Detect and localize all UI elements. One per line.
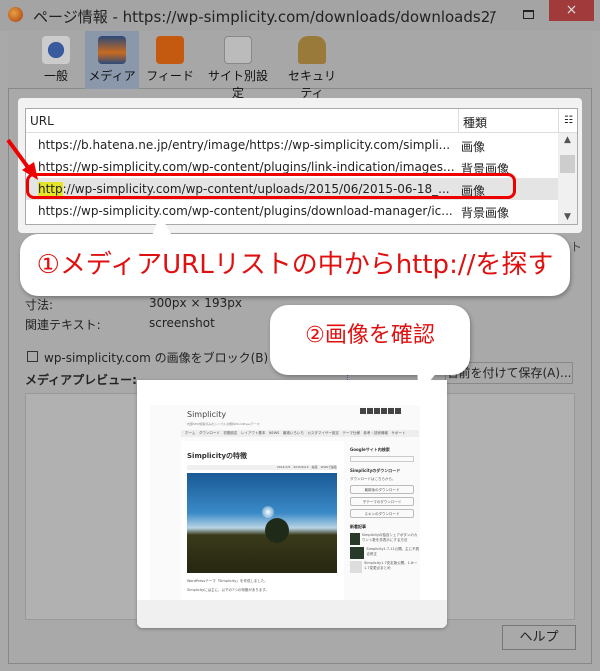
site-nav: ホーム ダウンロード 初期設定 レイアウト基本 NEWS 最適いろいろ カスタマ… — [181, 430, 419, 437]
scrollbar[interactable]: ▲ ▼ — [558, 133, 577, 224]
tab-label: メディア — [88, 69, 136, 83]
minimize-button[interactable]: – — [478, 4, 508, 24]
scroll-down-icon[interactable]: ▼ — [558, 212, 577, 222]
lock-icon — [298, 36, 326, 64]
tab-label: フィード — [146, 69, 194, 83]
url: https://wp-simplicity.com/wp-content/plu… — [38, 204, 453, 218]
firefox-icon — [8, 7, 23, 22]
dimensions-value: 300px × 193px — [149, 296, 242, 310]
maximize-icon — [522, 10, 534, 19]
site-tagline: 内部SEO施策済みのシンプルな無料WordPressテーマ — [187, 422, 260, 426]
recent-post: Simplicity1.7安定版公開。1.6～1.7変更点まとめ — [364, 561, 417, 570]
tab-label: 一般 — [43, 69, 68, 83]
help-button[interactable]: ヘルプ — [502, 625, 576, 650]
preview-label: メディアプレビュー: — [25, 373, 137, 387]
callout-check-image: ②画像を確認 — [270, 305, 470, 375]
list-item[interactable]: https://b.hatena.ne.jp/entry/image/https… — [26, 134, 558, 156]
checkbox-label: wp-simplicity.com の画像をブロック(B) — [44, 351, 269, 365]
partial-label: ト — [570, 240, 583, 254]
recent-post: Simplicity1.7.11公開。主に不具合修正 — [366, 547, 420, 556]
url: https://b.hatena.ne.jp/entry/image/https… — [38, 138, 451, 152]
tab-security[interactable]: セキュリティ — [284, 31, 340, 100]
site-button: 最新版のダウンロード — [350, 485, 414, 494]
type: 背景画像 — [461, 206, 510, 220]
alt-text-label: 関連テキスト: — [25, 318, 101, 332]
sidebar-text: ダウンロードはこちらから。 — [350, 477, 396, 481]
preview-popup-footer — [137, 600, 447, 628]
dimensions-label: 寸法: — [25, 298, 54, 312]
site-paragraph: WordPressテーマ「Simplicity」を作成しました。 — [187, 579, 268, 583]
recent-post: Simplicityの独自シェアボタンのカウント数を非表示にする方法 — [361, 533, 418, 542]
tab-general[interactable]: 一般 — [36, 31, 76, 89]
site-button: 子テーマのダウンロード — [350, 497, 414, 506]
info-icon — [42, 36, 70, 64]
media-icon — [98, 36, 126, 64]
sidebar-heading: Simplicityのダウンロード — [350, 468, 401, 473]
site-paragraph: Simplicityには主に、以下の7つの特徴があります。 — [187, 588, 269, 592]
site-brand: Simplicity — [187, 410, 227, 419]
sidebar-heading: 新着記事 — [350, 524, 366, 529]
list-item[interactable]: https://wp-simplicity.com/wp-content/plu… — [26, 200, 558, 222]
permissions-icon — [224, 36, 252, 64]
site-sidebar: Googleサイト内検索 Simplicityのダウンロード ダウンロードはこち… — [350, 441, 420, 575]
url: https://wp-simplicity.com/wp-content/plu… — [38, 160, 455, 174]
sidebar-heading: Googleサイト内検索 — [350, 447, 390, 452]
media-list[interactable]: URL 種類 ☷ https://b.hatena.ne.jp/entry/im… — [25, 108, 578, 225]
callout-tail — [417, 370, 439, 394]
maximize-button[interactable] — [513, 4, 543, 24]
preview-image: Simplicity 内部SEO施策済みのシンプルな無料WordPressテーマ… — [150, 405, 420, 600]
column-type[interactable]: 種類 — [463, 114, 487, 131]
scroll-thumb[interactable] — [560, 155, 575, 173]
checkbox-icon[interactable] — [27, 351, 38, 362]
tab-permissions[interactable]: サイト別設定 — [203, 31, 273, 100]
rss-icon — [156, 36, 184, 64]
close-button[interactable]: × — [549, 0, 594, 21]
site-main: Simplicityの特徴 2014/7/9 2015/6/12 編集 WLWで… — [181, 441, 344, 600]
column-url[interactable]: URL — [30, 114, 54, 128]
alt-text-value: screenshot — [149, 316, 215, 330]
list-header: URL 種類 ☷ — [26, 109, 577, 133]
block-images-checkbox[interactable]: wp-simplicity.com の画像をブロック(B) — [27, 349, 268, 366]
type: 画像 — [461, 140, 486, 154]
callout-tail — [152, 214, 172, 236]
tree-photo — [187, 473, 337, 573]
tab-media[interactable]: メディア — [85, 31, 139, 89]
column-picker-icon[interactable]: ☷ — [558, 109, 578, 133]
window-title: ページ情報 - https://wp-simplicity.com/downlo… — [33, 8, 496, 26]
site-heading: Simplicityの特徴 — [187, 452, 248, 460]
tab-feed[interactable]: フィード — [146, 31, 194, 89]
scroll-up-icon[interactable]: ▲ — [558, 135, 577, 145]
highlight-box — [26, 173, 516, 199]
toolbar: 一般 メディア フィード サイト別設定 セキュリティ — [8, 31, 592, 100]
social-icons — [360, 408, 401, 414]
site-button: スキンのダウンロード — [350, 509, 414, 518]
red-arrow-icon — [6, 138, 38, 180]
site-meta: 2014/7/9 2015/6/12 編集 WLWで編集 — [187, 465, 337, 470]
callout-find-http: ①メディアURLリストの中からhttp://を探す — [20, 234, 570, 296]
